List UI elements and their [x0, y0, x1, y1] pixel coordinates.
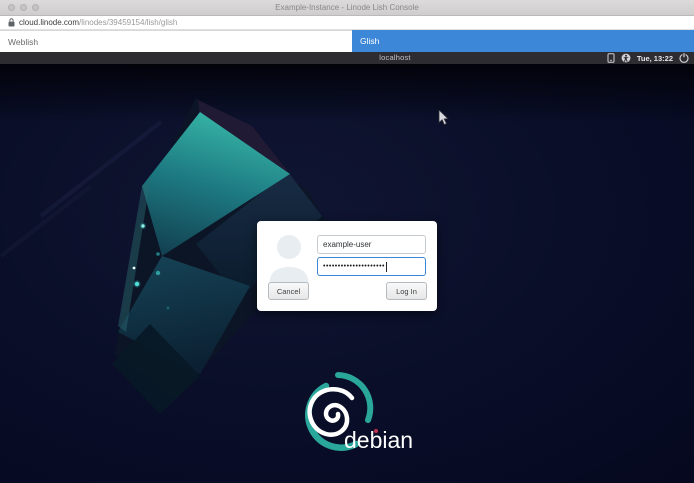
tab-weblish[interactable]: Weblish	[0, 30, 352, 52]
debian-wordmark: debian	[344, 427, 413, 454]
user-avatar	[266, 231, 312, 287]
close-window-button[interactable]	[8, 4, 15, 11]
traffic-lights	[8, 4, 39, 11]
lock-icon	[8, 18, 15, 27]
username-input[interactable]	[317, 235, 426, 254]
password-masked-text: •••••••••••••••••••••	[323, 263, 385, 270]
minimize-window-button[interactable]	[20, 4, 27, 11]
power-icon[interactable]	[679, 53, 689, 63]
clock-label[interactable]: Tue, 13:22	[637, 54, 673, 63]
browser-window: Example-Instance - Linode Lish Console c…	[0, 0, 694, 483]
url-domain: cloud.linode.com	[19, 18, 79, 27]
lish-tab-bar: Weblish Glish	[0, 30, 694, 52]
debian-wordmark-red-dot	[374, 429, 378, 433]
cancel-button[interactable]: Cancel	[268, 282, 309, 300]
login-button[interactable]: Log In	[386, 282, 427, 300]
debian-emblem: debian	[290, 372, 415, 467]
desktop: ••••••••••••••••••••• Cancel Log In debi…	[0, 64, 694, 483]
hostname-label: localhost	[96, 52, 694, 64]
address-bar[interactable]: cloud.linode.com/linodes/39459154/lish/g…	[0, 16, 694, 30]
status-indicators: Tue, 13:22	[607, 52, 689, 64]
mouse-cursor	[438, 110, 450, 127]
gnome-top-bar: localhost Tue, 13:22	[0, 52, 694, 64]
url-path: /linodes/39459154/lish/glish	[79, 18, 177, 27]
text-caret	[386, 262, 387, 272]
window-titlebar: Example-Instance - Linode Lish Console	[0, 0, 694, 16]
display-icon[interactable]	[607, 53, 615, 63]
accessibility-icon[interactable]	[621, 53, 631, 63]
login-dialog: ••••••••••••••••••••• Cancel Log In	[257, 221, 437, 311]
window-title: Example-Instance - Linode Lish Console	[0, 0, 694, 15]
zoom-window-button[interactable]	[32, 4, 39, 11]
tab-glish[interactable]: Glish	[352, 30, 694, 52]
password-input[interactable]: •••••••••••••••••••••	[317, 257, 426, 276]
